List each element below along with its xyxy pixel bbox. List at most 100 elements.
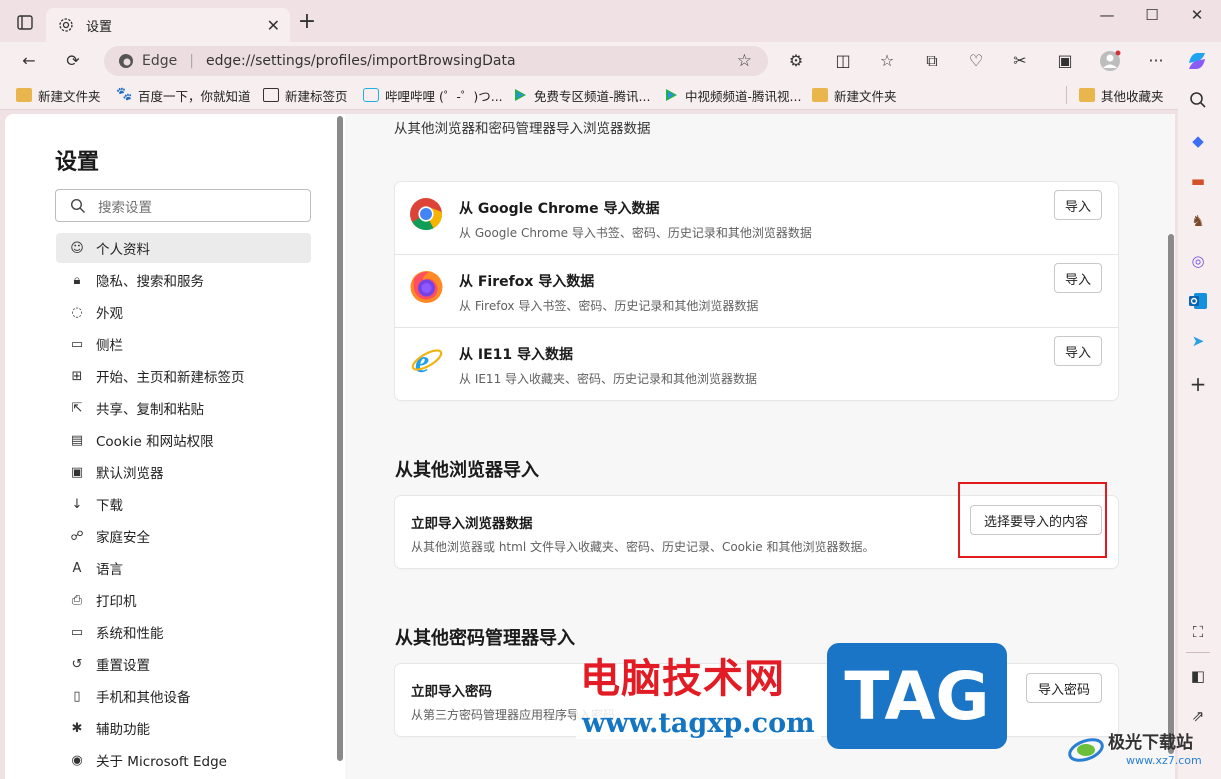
screen-capture-icon[interactable]: ⛶ xyxy=(1185,619,1211,645)
bookmark-folder[interactable]: 新建文件夹 xyxy=(16,85,101,105)
browser-essentials-icon[interactable]: ♡ xyxy=(963,48,989,74)
main-scrollbar[interactable] xyxy=(1168,234,1174,754)
bookmark-item[interactable]: 新建标签页 xyxy=(263,85,348,105)
printer-icon: ⎙ xyxy=(71,592,83,608)
laptop-icon: ▭ xyxy=(70,624,84,640)
minimize-button[interactable]: — xyxy=(1092,6,1122,28)
sidebar-item-downloads[interactable]: ↓ 下载 xyxy=(56,489,311,519)
sidebar-item-default-browser[interactable]: ▣ 默认浏览器 xyxy=(56,457,311,487)
chrome-import-desc: 从 Google Chrome 导入书签、密码、历史记录和其他浏览器数据 xyxy=(459,226,812,240)
favorite-star-icon[interactable]: ☆ xyxy=(737,51,752,71)
password-managers-heading: 从其他密码管理器导入 xyxy=(395,628,575,649)
screenshot-icon[interactable]: ✂ xyxy=(1007,48,1033,74)
watermark-badge: TAG xyxy=(827,643,1007,749)
bookmark-folder[interactable]: 新建文件夹 xyxy=(812,85,897,105)
browser-icon: ▣ xyxy=(70,464,84,480)
sidebar-item-privacy[interactable]: 🔒︎ 隐私、搜索和服务 xyxy=(56,265,311,295)
other-favorites-folder[interactable]: 其他收藏夹 xyxy=(1079,85,1164,105)
reset-icon: ↺ xyxy=(71,656,83,672)
sidebar-item-cookies[interactable]: ▤ Cookie 和网站权限 xyxy=(56,425,311,455)
tab-actions-icon[interactable] xyxy=(14,12,36,34)
watermark-text: 电脑技术网 xyxy=(580,656,785,702)
outlook-icon[interactable] xyxy=(1185,288,1211,314)
ie11-import-desc: 从 IE11 导入收藏夹、密码、历史记录和其他浏览器数据 xyxy=(459,372,758,386)
copilot-icon[interactable] xyxy=(1184,48,1210,74)
address-bar[interactable]: Edge | edge://settings/profiles/importBr… xyxy=(104,46,768,76)
phone-icon: ▯ xyxy=(73,688,81,704)
bookmark-item[interactable]: 中视频频道-腾讯视... xyxy=(663,85,801,105)
tencent-video-icon xyxy=(663,88,679,102)
import-passwords-button[interactable]: 导入密码 xyxy=(1026,673,1102,703)
search-icon[interactable] xyxy=(1185,87,1211,113)
bookmark-item[interactable]: 免费专区频道-腾讯... xyxy=(512,85,650,105)
tencent-video-icon xyxy=(512,88,528,102)
more-options-icon[interactable]: ··· xyxy=(1143,48,1169,74)
maximize-button[interactable]: ☐ xyxy=(1137,6,1167,28)
back-icon[interactable]: ← xyxy=(16,48,42,74)
bilibili-icon xyxy=(363,88,379,102)
ie11-icon: e xyxy=(409,342,445,379)
accessibility-icon: ✱ xyxy=(71,720,83,736)
sidebar-item-reset[interactable]: ↺ 重置设置 xyxy=(56,649,311,679)
games-icon[interactable]: ♞ xyxy=(1185,208,1211,234)
performance-icon[interactable]: ▣ xyxy=(1052,48,1078,74)
shopping-tag-icon[interactable]: ◆ xyxy=(1185,128,1211,154)
extensions-icon[interactable]: ⚙ xyxy=(783,48,809,74)
split-screen-icon[interactable]: ◫ xyxy=(830,48,856,74)
add-icon[interactable]: + xyxy=(1185,371,1211,397)
share-icon: ⇱ xyxy=(71,400,83,416)
language-icon: A xyxy=(72,560,82,576)
sidebar-item-phone[interactable]: ▯ 手机和其他设备 xyxy=(56,681,311,711)
tab-settings[interactable]: 设置 ✕ xyxy=(46,8,290,42)
bookmark-item[interactable]: 🐾 百度一下，你就知道 xyxy=(116,85,251,105)
folder-icon xyxy=(812,88,828,102)
other-browsers-title: 立即导入浏览器数据 xyxy=(411,516,533,532)
sidebar-item-languages[interactable]: A 语言 xyxy=(56,553,311,583)
sidebar-item-share-copy[interactable]: ⇱ 共享、复制和粘贴 xyxy=(56,393,311,423)
chrome-import-title: 从 Google Chrome 导入数据 xyxy=(459,201,660,217)
tools-icon[interactable]: ▬ xyxy=(1185,168,1211,194)
sidebar-item-start-home[interactable]: ⊞ 开始、主页和新建标签页 xyxy=(56,361,311,391)
hide-sidebar-icon[interactable]: ◧ xyxy=(1185,663,1211,689)
site-label: Edge xyxy=(142,53,178,69)
sidebar-item-system[interactable]: ▭ 系统和性能 xyxy=(56,617,311,647)
other-browsers-heading: 从其他浏览器导入 xyxy=(395,460,539,481)
cookie-icon: ▤ xyxy=(70,432,84,448)
sidebar-item-profiles[interactable]: ☺ 个人资料 xyxy=(56,233,311,263)
sidebar-item-sidebar[interactable]: ▭ 侧栏 xyxy=(56,329,311,359)
site-url: www.xz7.com xyxy=(1126,754,1202,767)
password-managers-title: 立即导入密码 xyxy=(411,684,492,700)
avatar[interactable] xyxy=(1097,48,1123,74)
sidebar-item-printers[interactable]: ⎙ 打印机 xyxy=(56,585,311,615)
sidebar-item-family[interactable]: ☍ 家庭安全 xyxy=(56,521,311,551)
close-tab-icon[interactable]: ✕ xyxy=(267,16,280,35)
sidebar-item-about[interactable]: ◉ 关于 Microsoft Edge xyxy=(56,745,311,775)
close-window-button[interactable]: ✕ xyxy=(1182,6,1212,28)
folder-icon xyxy=(1079,88,1095,102)
new-tab-button[interactable]: + xyxy=(296,11,318,34)
row-divider xyxy=(395,327,1118,328)
home-grid-icon: ⊞ xyxy=(71,368,83,384)
sidebar-icon: ▭ xyxy=(70,336,84,352)
send-icon[interactable]: ➤ xyxy=(1185,328,1211,354)
import-ie11-button[interactable]: 导入 xyxy=(1054,336,1102,366)
url-text[interactable]: edge://settings/profiles/importBrowsingD… xyxy=(206,53,516,69)
family-icon: ☍ xyxy=(70,528,84,544)
search-input[interactable]: 搜索设置 xyxy=(55,189,311,222)
sidebar-item-appearance[interactable]: ◌ 外观 xyxy=(56,297,311,327)
palette-icon: ◌ xyxy=(71,304,83,320)
favorites-icon[interactable]: ☆ xyxy=(874,48,900,74)
microsoft365-icon[interactable]: ◎ xyxy=(1185,248,1211,274)
import-firefox-button[interactable]: 导入 xyxy=(1054,263,1102,293)
download-icon: ↓ xyxy=(71,496,83,512)
refresh-icon[interactable]: ⟳ xyxy=(60,48,86,74)
collections-icon[interactable]: ⧉ xyxy=(919,48,945,74)
import-chrome-button[interactable]: 导入 xyxy=(1054,190,1102,220)
firefox-import-title: 从 Firefox 导入数据 xyxy=(459,274,595,290)
sidebar-item-accessibility[interactable]: ✱ 辅助功能 xyxy=(56,713,311,743)
sidebar-scrollbar[interactable] xyxy=(337,116,343,761)
firefox-icon xyxy=(409,269,444,304)
bookmark-item[interactable]: 哔哩哔哩 (゜-゜)つ... xyxy=(363,85,503,105)
chrome-icon xyxy=(409,197,443,231)
bookmarks-divider xyxy=(1066,86,1067,104)
